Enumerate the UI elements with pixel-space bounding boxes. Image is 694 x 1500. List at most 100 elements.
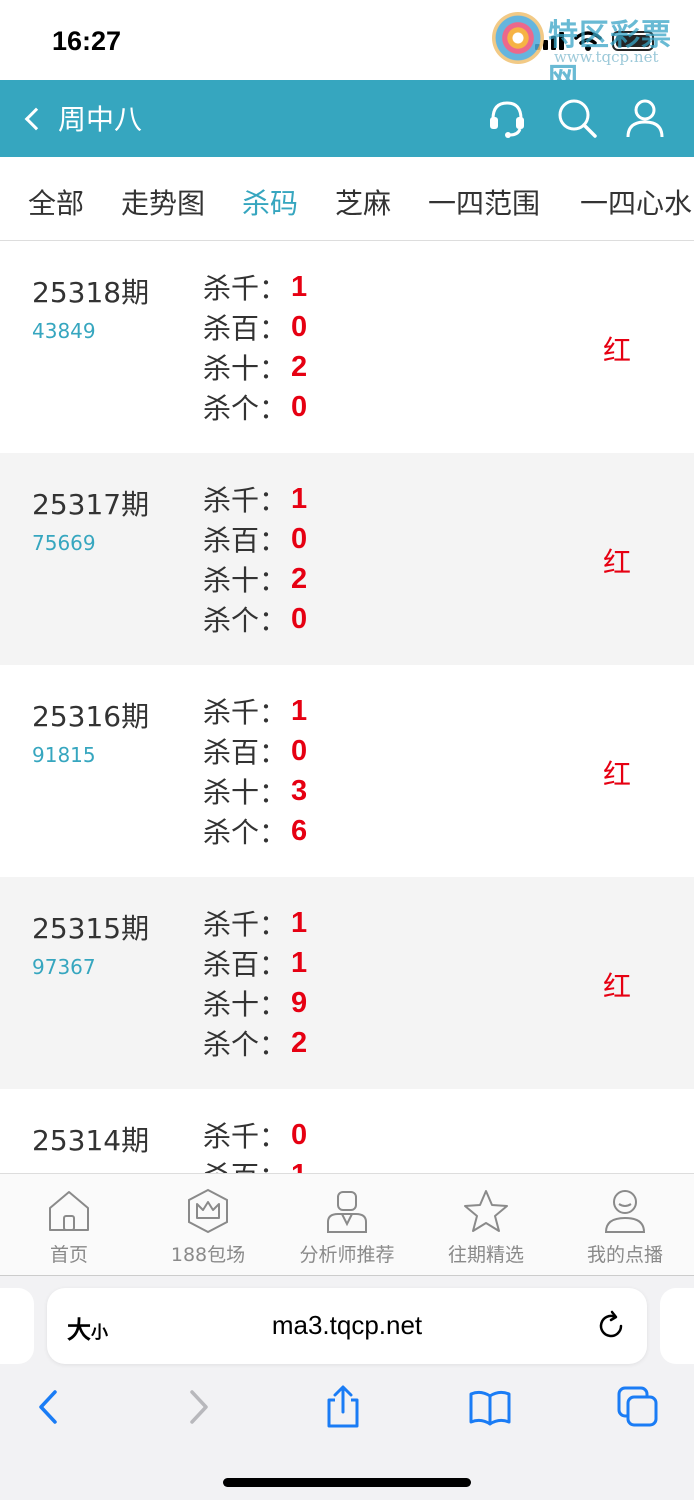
watermark-logo-icon (492, 12, 544, 64)
kill-label: 杀千： (203, 696, 288, 729)
kill-value: 1 (291, 906, 308, 939)
kill-value: 0 (291, 734, 308, 767)
list-item[interactable]: 25318期 43849 杀千： 1 杀百： 0 杀十： 2 杀个： 0 红 (0, 241, 694, 453)
home-icon (49, 1191, 89, 1231)
headset-icon[interactable] (486, 97, 528, 139)
list-item[interactable]: 25315期 97367 杀千： 1 杀百： 1 杀十： 9 杀个： 2 红 (0, 877, 694, 1089)
kill-label: 杀十： (203, 776, 288, 809)
kill-label: 杀千： (203, 1120, 288, 1153)
list-item[interactable]: 25314期 杀千：0 杀百： 1 (0, 1089, 694, 1174)
nav-label: 分析师推荐 (299, 1244, 395, 1266)
nav-label: 我的点播 (586, 1244, 663, 1266)
kill-label: 杀千： (203, 908, 288, 941)
kill-value: 0 (291, 1118, 308, 1151)
tab-sesame[interactable]: 芝麻 (335, 182, 391, 222)
period-number: 25318期 (32, 276, 150, 309)
kill-value: 2 (291, 1026, 308, 1059)
kill-label: 杀个： (203, 392, 288, 425)
profile-icon (604, 1190, 646, 1233)
list-item[interactable]: 25317期 75669 杀千： 1 杀百： 0 杀十： 2 杀个： 0 红 (0, 453, 694, 665)
kill-code-list: 25318期 43849 杀千： 1 杀百： 0 杀十： 2 杀个： 0 红 25317… (0, 241, 694, 1173)
nav-home[interactable]: 首页 (4, 1188, 134, 1267)
kill-value: 1 (291, 270, 308, 303)
star-icon (464, 1190, 508, 1232)
previous-tab-preview[interactable] (0, 1288, 34, 1364)
kill-label: 杀个： (203, 604, 288, 637)
kill-label: 杀个： (203, 816, 288, 849)
kill-value: 0 (291, 310, 308, 343)
search-icon[interactable] (556, 97, 598, 139)
result-badge: 红 (603, 970, 632, 1003)
draw-result: 43849 (32, 319, 96, 343)
share-icon (327, 1385, 359, 1428)
kill-values: 杀千： 1 杀百： 0 杀十： 2 杀个： 0 (203, 479, 307, 639)
kill-label: 杀百： (203, 736, 288, 769)
nav-label: 188包场 (170, 1244, 246, 1266)
kill-value: 1 (291, 694, 308, 727)
chevron-left-icon (39, 1390, 57, 1424)
kill-value: 0 (291, 522, 308, 555)
status-bar: 16:27 特区彩票网 www.tqcp.net (0, 0, 694, 97)
reload-icon[interactable] (595, 1310, 627, 1342)
tab-heart-1-4[interactable]: 一四心水 (580, 182, 692, 222)
page-title: 周中八 (58, 103, 143, 136)
chevron-right-icon (190, 1390, 208, 1424)
user-icon[interactable] (624, 97, 666, 139)
share-button[interactable] (320, 1384, 366, 1430)
url-text: ma3.tqcp.net (271, 1310, 423, 1340)
tabs-button[interactable] (615, 1384, 661, 1430)
browser-toolbar: 大小 ma3.tqcp.net (0, 1276, 694, 1500)
kill-values: 杀千： 1 杀百： 0 杀十： 2 杀个： 0 (203, 267, 307, 427)
kill-value: 2 (291, 562, 308, 595)
home-indicator[interactable] (223, 1478, 471, 1487)
watermark: 特区彩票网 www.tqcp.net (492, 8, 687, 97)
nav-label: 往期精选 (447, 1244, 524, 1266)
book-icon (469, 1390, 511, 1426)
nav-label: 首页 (49, 1244, 88, 1266)
kill-values: 杀千： 1 杀百： 0 杀十： 3 杀个： 6 (203, 691, 307, 851)
draw-result: 91815 (32, 743, 96, 767)
kill-value: 1 (291, 1159, 307, 1174)
kill-value: 0 (291, 390, 308, 423)
period-number: 25316期 (32, 700, 150, 733)
back-nav-button[interactable] (25, 1384, 71, 1430)
kill-label: 杀百： (203, 948, 288, 981)
next-tab-preview[interactable] (660, 1288, 694, 1364)
kill-label: 杀千： (203, 272, 288, 305)
kill-label: 杀十： (203, 988, 288, 1021)
nav-188-package[interactable]: 188包场 (143, 1188, 273, 1267)
tab-kill-code[interactable]: 杀码 (242, 182, 298, 222)
period-number: 25314期 (32, 1124, 150, 1157)
nav-my-picks[interactable]: 我的点播 (560, 1188, 690, 1267)
nav-analyst-recommend[interactable]: 分析师推荐 (282, 1188, 412, 1267)
list-item[interactable]: 25316期 91815 杀千： 1 杀百： 0 杀十： 3 杀个： 6 红 (0, 665, 694, 877)
nav-past-selection[interactable]: 往期精选 (421, 1188, 551, 1267)
kill-values: 杀千：0 杀百： 1 (203, 1115, 308, 1174)
app-header: 周中八 (0, 80, 694, 157)
kill-value: 6 (291, 814, 308, 847)
kill-label: 杀百： (203, 524, 288, 557)
tab-range-1-4[interactable]: 一四范围 (428, 182, 540, 222)
kill-value: 3 (291, 774, 308, 807)
back-button[interactable]: 周中八 (24, 98, 143, 138)
watermark-url: www.tqcp.net (554, 48, 659, 66)
bookmarks-button[interactable] (467, 1384, 513, 1430)
tabs-icon (617, 1386, 658, 1427)
period-number: 25317期 (32, 488, 150, 521)
kill-label: 杀个： (203, 1028, 288, 1061)
tab-all[interactable]: 全部 (28, 182, 84, 222)
chevron-left-icon (24, 107, 48, 131)
draw-result: 97367 (32, 955, 96, 979)
status-time: 16:27 (52, 26, 122, 56)
period-number: 25315期 (32, 912, 150, 945)
kill-value: 1 (291, 482, 308, 515)
address-bar[interactable]: 大小 ma3.tqcp.net (47, 1288, 647, 1364)
tab-trend-chart[interactable]: 走势图 (121, 182, 205, 222)
forward-nav-button[interactable] (176, 1384, 222, 1430)
kill-label: 杀十： (203, 352, 288, 385)
category-tabs: 全部 走势图 杀码 芝麻 一四范围 一四心水 (0, 157, 694, 241)
kill-label: 杀百： (203, 312, 288, 345)
kill-value: 1 (291, 946, 308, 979)
analyst-icon (327, 1191, 367, 1233)
kill-value: 9 (291, 986, 308, 1019)
